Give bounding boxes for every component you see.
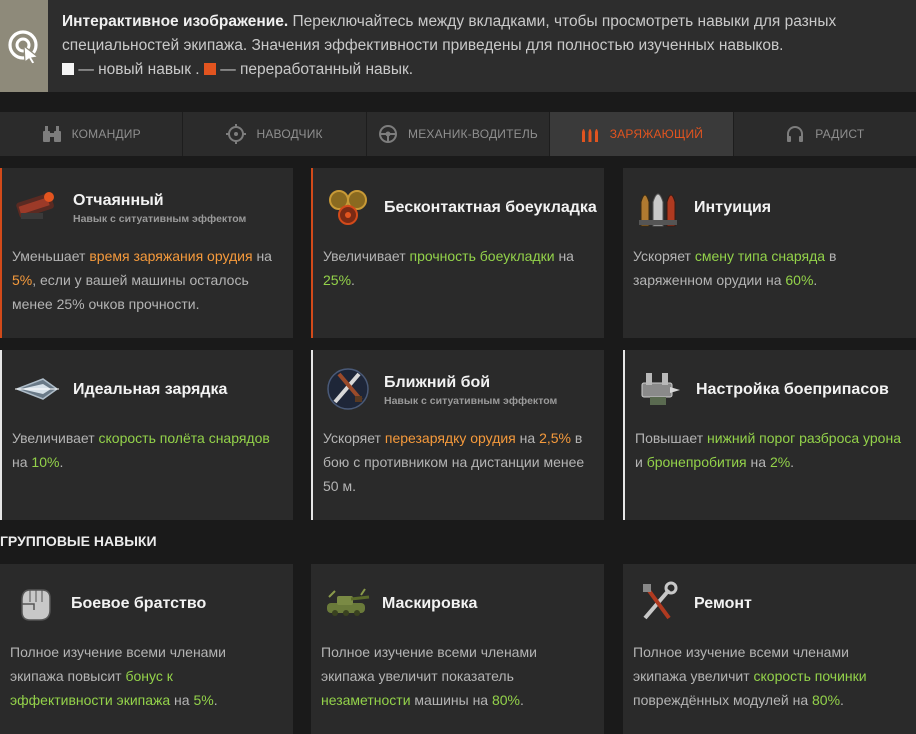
headphones-icon	[787, 126, 804, 142]
close-combat-icon	[323, 366, 373, 412]
skill-title: Маскировка	[382, 595, 478, 612]
skill-title: Идеальная зарядка	[73, 381, 228, 398]
info-header: Интерактивное изображение. Переключайтес…	[0, 0, 916, 92]
skill-card-perfect-charge: Идеальная зарядка Увеличивает скорость п…	[0, 350, 293, 520]
tab-label: Радист	[815, 127, 865, 141]
header-title: Интерактивное изображение.	[62, 13, 289, 30]
skill-title: Настройка боеприпасов	[696, 381, 889, 398]
skill-card-intuition: Интуиция Ускоряет смену типа снаряда в з…	[623, 168, 916, 338]
skill-description: Полное изучение всеми членами экипажа ув…	[321, 644, 537, 708]
skill-description: Полное изучение всеми членами экипажа ув…	[633, 644, 867, 708]
group-skills-title: Групповые навыки	[0, 533, 157, 549]
fist-icon	[10, 580, 60, 626]
repair-tools-icon	[633, 580, 683, 626]
skill-subtitle: Навык с ситуативным эффектом	[73, 213, 247, 225]
tab-label: Заряжающий	[609, 127, 704, 141]
legend-reworked-label: — переработанный навык.	[220, 61, 414, 78]
tab-label: Наводчик	[256, 127, 323, 141]
skill-title: Интуиция	[694, 199, 772, 216]
skill-description: Ускоряет перезарядку орудия на 2,5% в бо…	[323, 430, 585, 494]
skill-title: Ремонт	[694, 595, 752, 612]
ammo-rack-icon	[323, 184, 373, 230]
skill-description: Уменьшает время заряжания орудия на 5%, …	[12, 248, 272, 312]
tab-loader[interactable]: Заряжающий	[550, 112, 734, 156]
new-skill-marker	[62, 63, 74, 75]
interactive-icon	[0, 0, 48, 92]
skill-title: Отчаянный	[73, 192, 164, 209]
crosshair-icon	[226, 124, 247, 144]
skill-subtitle: Навык с ситуативным эффектом	[384, 395, 558, 407]
tab-gunner[interactable]: Наводчик	[183, 112, 367, 156]
skill-card-close-combat: Ближний бой Навык с ситуативным эффектом…	[311, 350, 604, 520]
tab-radio-operator[interactable]: Радист	[734, 112, 916, 156]
group-skill-card-brotherhood: Боевое братство Полное изучение всеми чл…	[0, 564, 293, 734]
skill-description: Увеличивает прочность боеукладки на 25%.	[323, 248, 574, 288]
crew-role-tabs: Командир Наводчик Механик-водитель Заряж…	[0, 112, 916, 156]
tab-driver[interactable]: Механик-водитель	[367, 112, 551, 156]
steering-wheel-icon	[379, 125, 398, 143]
group-skill-card-camouflage: Маскировка Полное изучение всеми членами…	[311, 564, 604, 734]
tab-commander[interactable]: Командир	[0, 112, 184, 156]
binoculars-icon	[42, 126, 61, 142]
reworked-skill-marker	[203, 63, 216, 75]
skill-description: Повышает нижний порог разброса урона и б…	[635, 430, 901, 470]
skill-card-contactless-ammo-rack: Бесконтактная боеукладка Увеличивает про…	[311, 168, 604, 338]
shells-icon	[581, 129, 598, 142]
ammo-tuning-icon	[635, 366, 685, 412]
perfect-charge-icon	[12, 366, 62, 412]
skill-title: Бесконтактная боеукладка	[384, 199, 597, 216]
tab-label: Командир	[71, 127, 141, 141]
header-text: Интерактивное изображение. Переключайтес…	[62, 10, 902, 82]
intuition-shells-icon	[633, 184, 683, 230]
camouflage-tank-icon	[321, 580, 371, 626]
legend-new-label: — новый навык .	[78, 61, 200, 78]
skill-title: Ближний бой	[384, 374, 491, 391]
skill-description: Полное изучение всеми членами экипажа по…	[10, 644, 226, 708]
skill-description: Увеличивает скорость полёта снарядов на …	[12, 430, 270, 470]
desperate-shell-icon	[12, 184, 62, 230]
group-skill-card-repair: Ремонт Полное изучение всеми членами эки…	[623, 564, 916, 734]
skill-title: Боевое братство	[71, 595, 207, 612]
skill-description: Ускоряет смену типа снаряда в заряженном…	[633, 248, 837, 288]
skill-card-desperate: Отчаянный Навык с ситуативным эффектом У…	[0, 168, 293, 338]
skill-card-ammo-tuning: Настройка боеприпасов Повышает нижний по…	[623, 350, 916, 520]
tab-label: Механик-водитель	[408, 127, 539, 141]
